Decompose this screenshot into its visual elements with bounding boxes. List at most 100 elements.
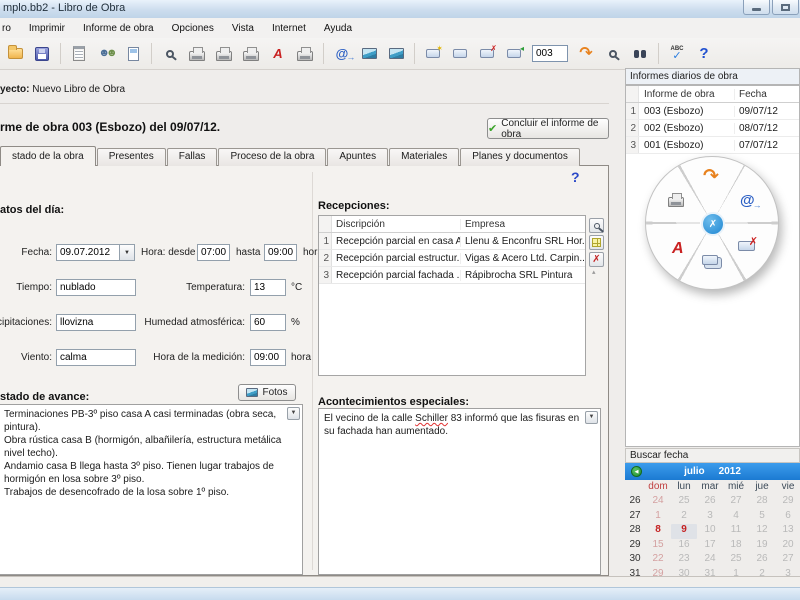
menu-item-cropped[interactable]: ro [0, 20, 20, 37]
email-icon[interactable]: @ → [330, 42, 356, 66]
minimize-button[interactable] [743, 0, 770, 15]
calendar-day-cell[interactable]: 12 [749, 524, 775, 539]
date-search-icon[interactable] [601, 42, 625, 66]
acontecimientos-textarea[interactable]: El vecino de la calle Schiller 83 inform… [318, 408, 601, 575]
tab-presentes[interactable]: Presentes [96, 148, 166, 166]
calendar-day-cell[interactable]: 13 [775, 524, 800, 539]
add-row-button[interactable] [589, 235, 604, 250]
menu-item-internet[interactable]: Internet [263, 20, 315, 37]
calendar-day-cell[interactable]: 19 [749, 539, 775, 554]
window-icon[interactable] [448, 42, 472, 66]
table-row[interactable]: 2 002 (Esbozo) 08/07/12 [626, 120, 799, 137]
menu-item-imprimir[interactable]: Imprimir [20, 20, 74, 37]
conclude-report-button[interactable]: ✔ Concluir el informe de obra [487, 118, 609, 140]
wheel-reports-stack-icon[interactable] [702, 255, 718, 265]
delete-row-button[interactable]: ✗ [589, 252, 604, 267]
calendar-day-cell[interactable]: 17 [697, 539, 723, 554]
calendar-day-cell[interactable]: 5 [749, 510, 775, 525]
people-icon[interactable]: ☻☻ [94, 42, 118, 66]
dropdown-button[interactable] [585, 411, 598, 424]
calendar-day-cell[interactable]: 8 [645, 524, 671, 539]
column-header-empresa[interactable]: Empresa [461, 219, 585, 230]
wheel-delete-report-icon[interactable]: ✗ [738, 237, 758, 251]
print-preview-icon[interactable] [158, 42, 182, 66]
help-icon[interactable]: ? [692, 42, 716, 66]
calendar-day-cell[interactable]: 25 [723, 553, 749, 568]
calendar-day-cell[interactable]: 27 [723, 495, 749, 510]
temperatura-input[interactable] [250, 279, 286, 296]
table-row[interactable]: 3 001 (Esbozo) 07/07/12 [626, 137, 799, 154]
calendar-day-cell[interactable]: 22 [645, 553, 671, 568]
humedad-input[interactable] [250, 314, 286, 331]
dropdown-button[interactable] [287, 407, 300, 420]
column-header-fecha[interactable]: Fecha [735, 89, 799, 100]
wheel-close-button[interactable]: ✗ [701, 212, 725, 236]
calendar-day-cell[interactable]: 9 [671, 524, 697, 539]
calendar-day-cell[interactable]: 3 [697, 510, 723, 525]
maximize-button[interactable] [772, 0, 799, 15]
wheel-email-icon[interactable]: @ → [740, 193, 762, 210]
calendar-day-cell[interactable]: 11 [723, 524, 749, 539]
calendar-day-cell[interactable]: 16 [671, 539, 697, 554]
estado-avance-textarea[interactable]: Terminaciones PB-3º piso casa A casi ter… [0, 404, 303, 575]
calendar-day-cell[interactable]: 4 [723, 510, 749, 525]
hora-hasta-input[interactable] [264, 244, 297, 261]
print-setup-icon[interactable] [293, 42, 317, 66]
title-bar[interactable]: mplo.bb2 - Libro de Obra [0, 0, 800, 18]
window-delete-icon[interactable]: ✗ [475, 42, 499, 66]
table-row[interactable]: 3 Recepción parcial fachada ... Rápibroc… [319, 267, 585, 284]
document-icon[interactable] [121, 42, 145, 66]
table-row[interactable]: 1 003 (Esbozo) 09/07/12 [626, 103, 799, 120]
wheel-printer-icon[interactable] [668, 193, 684, 207]
hora-desde-input[interactable] [197, 244, 230, 261]
table-row[interactable]: 2 Recepción parcial estructur... Vigas &… [319, 250, 585, 267]
panel-help-icon[interactable]: ? [571, 169, 580, 185]
tab-proceso-de-la-obra[interactable]: Proceso de la obra [218, 148, 327, 166]
printer-icon[interactable] [185, 42, 209, 66]
calendar-day-cell[interactable]: 2 [671, 510, 697, 525]
fecha-input[interactable] [56, 244, 120, 261]
calendar-day-cell[interactable]: 1 [645, 510, 671, 525]
tab-fallas[interactable]: Fallas [166, 148, 218, 166]
calendar-day-cell[interactable]: 6 [775, 510, 800, 525]
wheel-go-arrow-icon[interactable]: ↷ [703, 167, 719, 186]
calendar-day-cell[interactable]: 23 [671, 553, 697, 568]
window-new-icon[interactable]: ✶ [421, 42, 445, 66]
menu-item-opciones[interactable]: Opciones [163, 20, 223, 37]
calendar-prev-button[interactable]: ◀ [631, 466, 642, 477]
calendar-day-cell[interactable]: 20 [775, 539, 800, 554]
image-import-icon[interactable] [357, 42, 381, 66]
tab-materiales[interactable]: Materiales [389, 148, 460, 166]
calendar-day-cell[interactable]: 18 [723, 539, 749, 554]
buscar-fecha-bar[interactable]: Buscar fecha [625, 448, 800, 463]
scrollbar-arrow[interactable]: ▴ [592, 268, 596, 276]
calendar-day-cell[interactable]: 25 [671, 495, 697, 510]
calendar-day-cell[interactable]: 26 [697, 495, 723, 510]
calendar-day-cell[interactable]: 15 [645, 539, 671, 554]
calendar-day-cell[interactable]: 27 [775, 553, 800, 568]
calendar-day-cell[interactable]: 28 [749, 495, 775, 510]
menu-item-ayuda[interactable]: Ayuda [315, 20, 361, 37]
table-row[interactable]: 1 Recepción parcial en casa A Llenu & En… [319, 233, 585, 250]
calendar-day-cell[interactable]: 24 [697, 553, 723, 568]
calendar-day-cell[interactable]: 24 [645, 495, 671, 510]
image-icon[interactable] [384, 42, 408, 66]
calendar-day-cell[interactable]: 10 [697, 524, 723, 539]
pdf-icon[interactable]: A [266, 42, 290, 66]
printer-icon[interactable] [239, 42, 263, 66]
zoom-row-button[interactable] [589, 218, 604, 233]
tab-planes-y-documentos[interactable]: Planes y documentos [460, 148, 580, 166]
save-icon[interactable] [30, 42, 54, 66]
go-arrow-icon[interactable]: ↷ [574, 42, 598, 66]
wheel-pdf-icon[interactable]: A [672, 241, 684, 257]
open-folder-icon[interactable] [3, 42, 27, 66]
fotos-button[interactable]: Fotos [238, 384, 296, 401]
calendar-month[interactable]: julio [684, 466, 705, 477]
fecha-dropdown-button[interactable] [120, 244, 135, 261]
calendar-year[interactable]: 2012 [719, 466, 741, 477]
window-insert-icon[interactable]: ◂ [502, 42, 526, 66]
column-header-discripcion[interactable]: Discripción [332, 218, 461, 230]
menu-item-vista[interactable]: Vista [223, 20, 263, 37]
report-icon[interactable] [67, 42, 91, 66]
column-header-informe[interactable]: Informe de obra [639, 88, 735, 100]
